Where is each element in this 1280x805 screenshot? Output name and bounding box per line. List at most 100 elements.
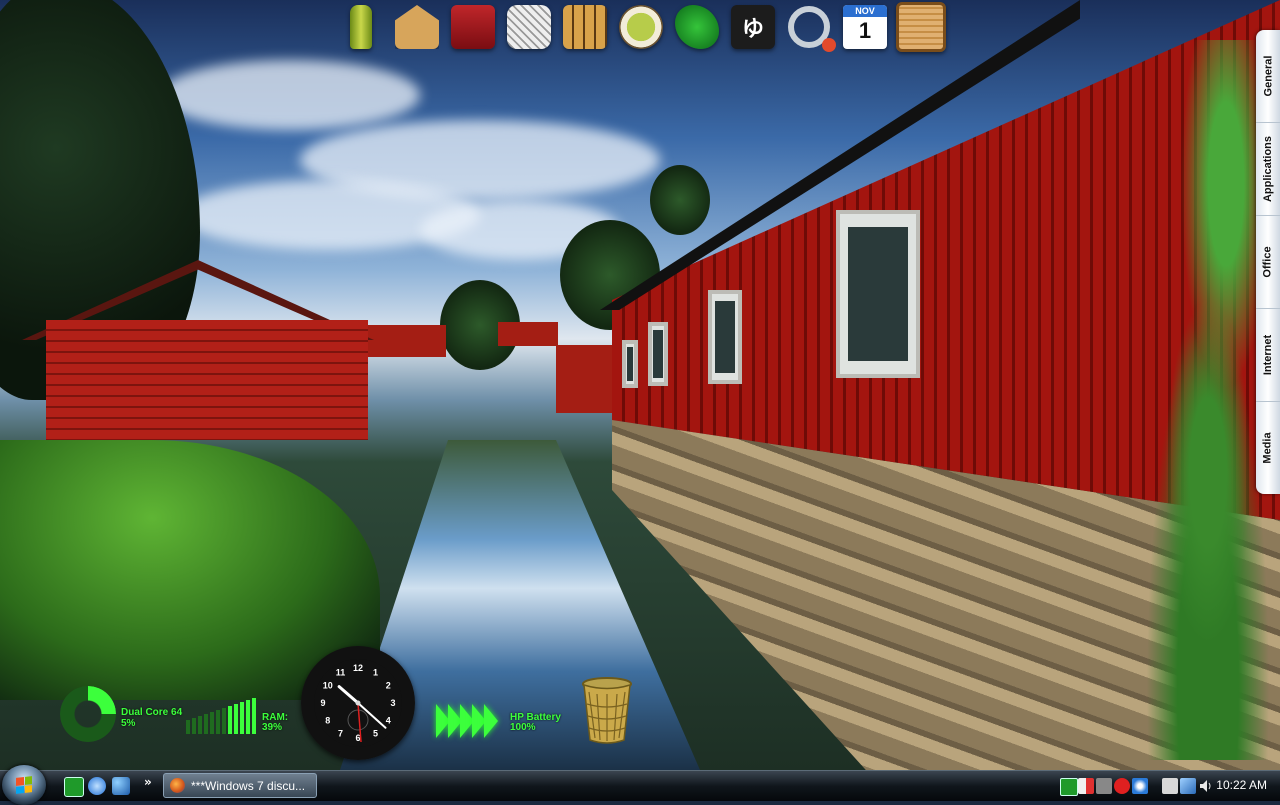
quicklaunch-overflow-chevron[interactable]: » <box>144 775 152 789</box>
tray-usb-icon[interactable] <box>1162 778 1178 794</box>
barn-window <box>622 340 638 388</box>
drawer-tab-media[interactable]: Media <box>1256 402 1280 494</box>
start-button[interactable] <box>2 765 46 805</box>
wood-board-icon <box>896 2 946 52</box>
ema-plaque-icon <box>395 5 439 49</box>
dock-item-shoji[interactable] <box>560 0 610 54</box>
ram-bar <box>252 698 256 734</box>
foliage <box>1100 40 1280 760</box>
tray-device-icon[interactable] <box>1096 778 1112 794</box>
drawer-tab-office[interactable]: Office <box>1256 216 1280 309</box>
battery-value: 100% <box>510 722 536 733</box>
calendar-day: 1 <box>858 18 872 43</box>
ram-bar <box>192 718 196 734</box>
cloud <box>160 60 420 130</box>
dock-item-calendar[interactable]: NOV 1 <box>840 0 890 54</box>
green-lizard-icon <box>675 5 719 49</box>
firefox-icon <box>170 778 185 793</box>
drawer-tab-label: Office <box>1262 246 1274 278</box>
ram-meter-bars[interactable] <box>186 694 256 734</box>
red-box-icon <box>451 5 495 49</box>
windows-logo-icon <box>16 776 32 794</box>
cpu-value: 5% <box>121 718 136 729</box>
bamboo-icon <box>350 5 372 49</box>
project-app-icon[interactable] <box>64 777 84 797</box>
cpu-label: Dual Core 64 <box>121 707 183 718</box>
house <box>498 322 558 346</box>
recycle-bin-icon[interactable] <box>581 676 633 746</box>
top-dock: ゆ NOV 1 <box>336 0 946 58</box>
dock-item-lizard[interactable] <box>672 0 722 54</box>
calendar-month: NOV <box>843 5 887 17</box>
drawer-tab-label: Applications <box>1262 135 1275 203</box>
barn-window <box>708 290 742 384</box>
yu-character-icon: ゆ <box>731 5 775 49</box>
battery-meter[interactable] <box>436 704 498 738</box>
clock-numeral: 3 <box>390 698 395 708</box>
drawer-tab-general[interactable]: General <box>1256 30 1280 123</box>
clock-numeral: 12 <box>353 663 363 673</box>
ram-bar <box>234 704 238 734</box>
clock-numeral: 11 <box>336 668 346 678</box>
tea-cup-icon <box>619 5 663 49</box>
tray-network-icon[interactable] <box>1180 778 1196 794</box>
side-launcher-drawer: General Applications Office Internet Med… <box>1256 30 1280 494</box>
shed-wall <box>46 320 368 440</box>
barn-window <box>648 322 668 386</box>
clock-numeral: 10 <box>323 681 333 691</box>
dock-item-basket[interactable] <box>504 0 554 54</box>
clock-numeral: 9 <box>320 698 325 708</box>
barn-window <box>836 210 920 378</box>
tree <box>650 165 710 235</box>
network-app-icon[interactable] <box>112 777 130 795</box>
ram-value: 39% <box>262 722 283 733</box>
dock-item-ring[interactable] <box>784 0 836 54</box>
drawer-tab-label: Media <box>1262 432 1274 464</box>
clock-numeral: 4 <box>386 716 391 726</box>
clock-numeral: 8 <box>325 716 330 726</box>
ram-bar <box>210 712 214 734</box>
ring-icon <box>788 6 836 52</box>
dock-item-tea[interactable] <box>616 0 666 54</box>
dock-item-board[interactable] <box>896 0 946 54</box>
tray-speaker-alert-icon[interactable] <box>1078 778 1094 794</box>
dock-item-yu[interactable]: ゆ <box>728 0 778 54</box>
clock-numeral: 7 <box>338 728 343 738</box>
drawer-tab-label: Internet <box>1262 334 1274 376</box>
dock-item-ema[interactable] <box>392 0 442 54</box>
basket-icon <box>507 5 551 49</box>
red-shed <box>22 260 374 440</box>
calendar-icon: NOV 1 <box>843 5 887 49</box>
ram-bar <box>186 720 190 734</box>
ram-bar <box>222 708 226 734</box>
analog-clock[interactable]: 12 1234567891011 <box>301 646 415 760</box>
ram-bar <box>198 716 202 734</box>
battery-chevron <box>484 704 498 738</box>
desktop-wallpaper <box>0 0 1280 770</box>
taskbar-window-firefox[interactable]: ***Windows 7 discu... <box>163 773 317 798</box>
clock-pivot <box>355 700 361 706</box>
tray-antivirus-icon[interactable] <box>1114 778 1130 794</box>
system-tray: 10:22 AM <box>1056 771 1280 801</box>
drawer-tab-internet[interactable]: Internet <box>1256 309 1280 402</box>
taskbar-clock[interactable]: 10:22 AM <box>1216 778 1267 792</box>
ram-bar <box>240 702 244 734</box>
taskbar: » ***Windows 7 discu... 10:22 AM <box>0 765 1280 805</box>
ram-bar <box>228 706 232 734</box>
internet-explorer-icon[interactable] <box>88 777 106 795</box>
tray-project-icon[interactable] <box>1060 778 1078 796</box>
clock-numeral: 2 <box>386 681 391 691</box>
clock-numeral: 1 <box>373 668 378 678</box>
tray-update-icon[interactable] <box>1132 778 1148 794</box>
dock-item-bamboo[interactable] <box>336 0 386 54</box>
cpu-meter-ring[interactable] <box>60 686 116 742</box>
drawer-tab-label: General <box>1262 55 1274 97</box>
tray-volume-icon[interactable] <box>1198 778 1214 794</box>
house <box>556 345 616 413</box>
ram-bar <box>246 700 250 734</box>
dock-item-jewelry-box[interactable] <box>448 0 498 54</box>
taskbar-window-title: ***Windows 7 discu... <box>191 778 306 793</box>
ram-bar <box>216 710 220 734</box>
drawer-tab-applications[interactable]: Applications <box>1256 123 1280 216</box>
ram-bar <box>204 714 208 734</box>
